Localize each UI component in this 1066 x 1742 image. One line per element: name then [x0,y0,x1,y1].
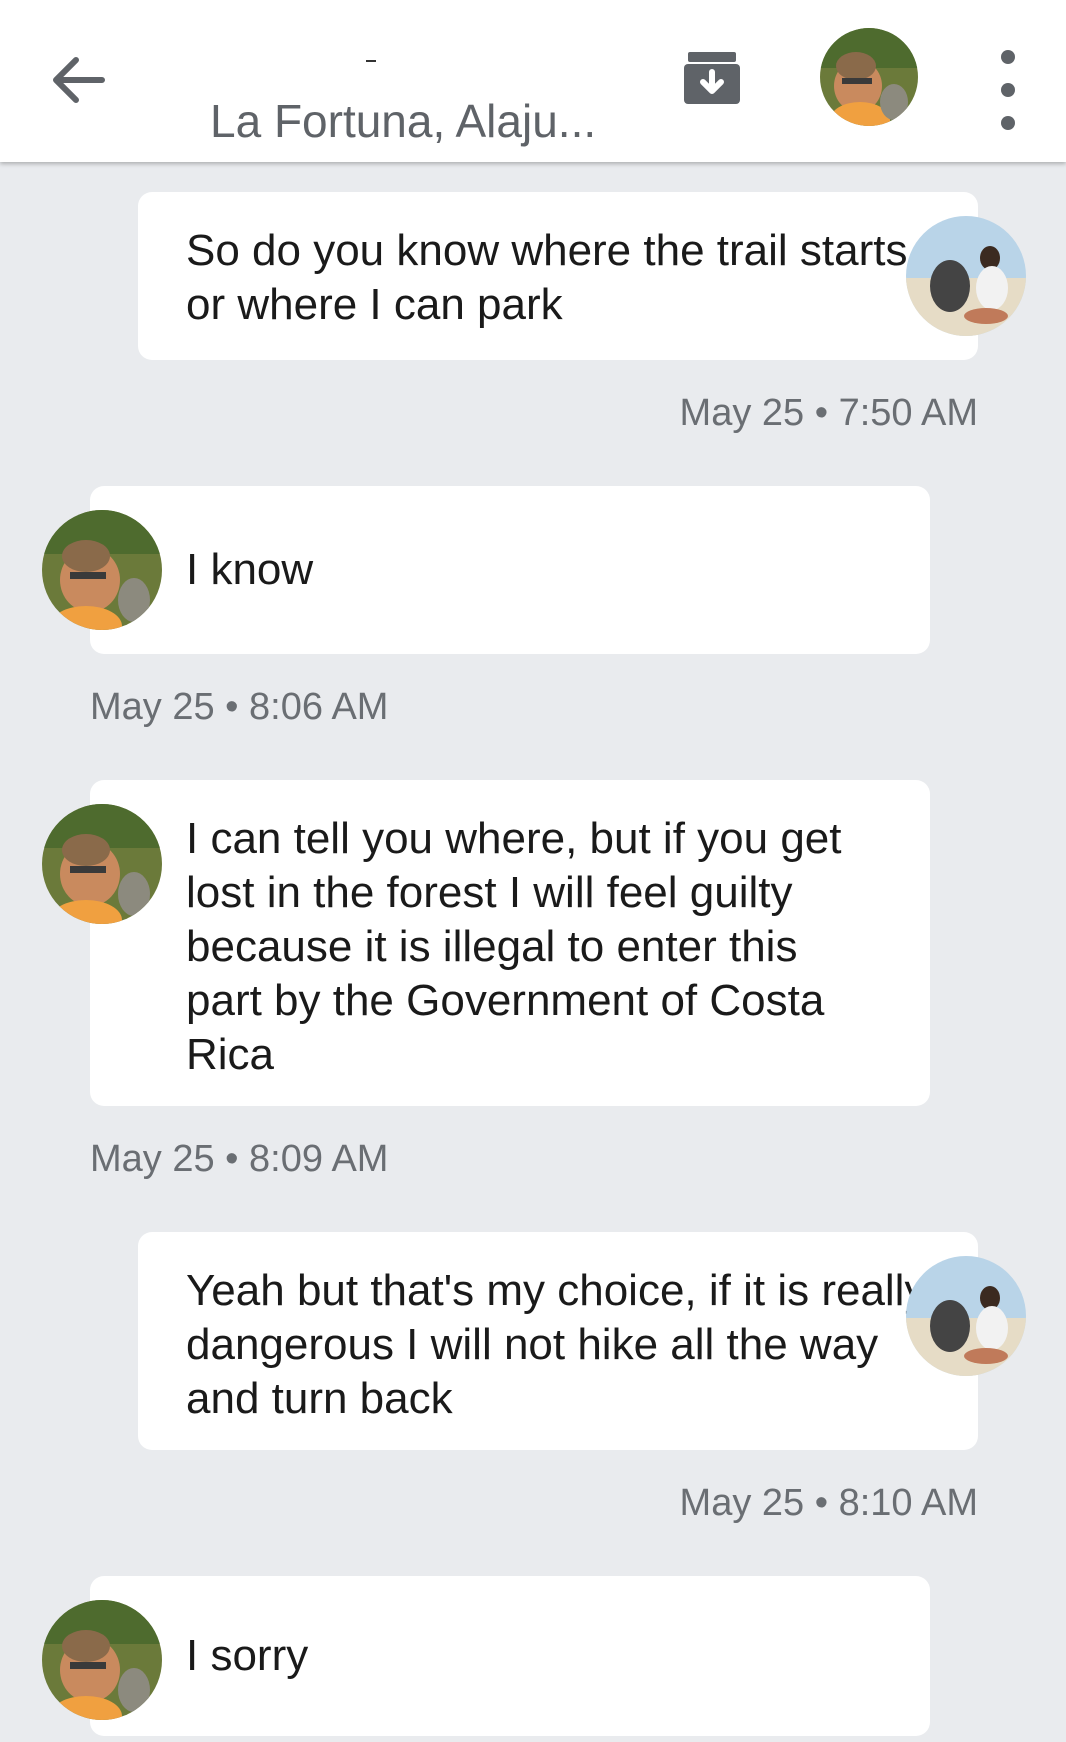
message-bubble-received[interactable]: I know [90,486,930,654]
back-arrow-icon [53,57,105,103]
message-text: I can tell you where, but if you get los… [186,814,842,1079]
message-text: So do you know where the trail starts or… [186,226,908,329]
archive-button[interactable] [682,48,742,108]
more-options-button[interactable] [990,50,1026,130]
top-app-bar: La Fortuna, Alaju... [0,0,1066,162]
message-bubble-sent[interactable]: So do you know where the trail starts or… [138,192,978,360]
archive-icon [684,52,740,104]
contact-avatar[interactable] [42,510,162,630]
message-text: Yeah but that's my choice, if it is real… [186,1266,927,1423]
message-timestamp: May 25 • 8:06 AM [90,686,389,728]
conversation-title [366,60,376,62]
contact-avatar[interactable] [42,1600,162,1720]
my-avatar[interactable] [906,216,1026,336]
message-timestamp: May 25 • 8:10 AM [679,1482,978,1524]
message-text: I sorry [186,1631,309,1680]
message-bubble-sent[interactable]: Yeah but that's my choice, if it is real… [138,1232,978,1450]
message-bubble-received[interactable]: I sorry [90,1576,930,1736]
message-text: I know [186,545,314,594]
my-avatar[interactable] [906,1256,1026,1376]
message-bubble-received[interactable]: I can tell you where, but if you get los… [90,780,930,1106]
contact-avatar[interactable] [820,28,918,126]
message-timestamp: May 25 • 7:50 AM [679,392,978,434]
back-button[interactable] [42,44,114,116]
conversation-subtitle: La Fortuna, Alaju... [210,95,597,147]
more-vert-icon [1001,50,1015,64]
contact-avatar[interactable] [42,804,162,924]
message-timestamp: May 25 • 8:09 AM [90,1138,389,1180]
